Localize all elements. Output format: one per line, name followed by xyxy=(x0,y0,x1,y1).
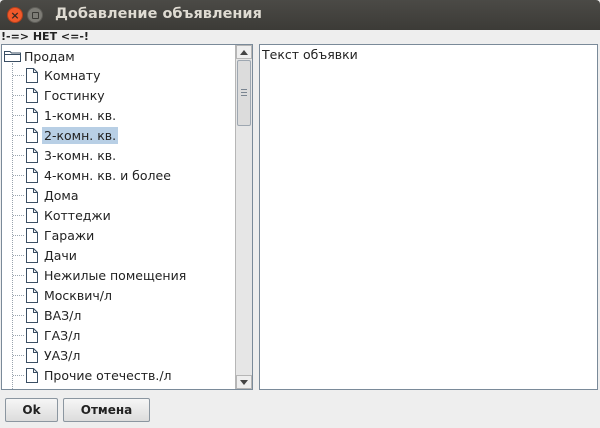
document-icon xyxy=(26,347,38,363)
minimize-icon[interactable] xyxy=(27,7,43,23)
document-icon xyxy=(26,287,38,303)
document-icon xyxy=(26,207,38,223)
title-bar: × Добавление объявления xyxy=(0,0,600,30)
tree-item-label: Коттеджи xyxy=(44,207,111,223)
folder-open-icon xyxy=(4,51,21,62)
tree-root-label: Продам xyxy=(24,48,75,64)
document-icon xyxy=(26,367,38,383)
tree-connector-line xyxy=(13,314,24,316)
tree-connector-line xyxy=(13,134,24,136)
arrow-up-icon xyxy=(240,49,248,55)
tree-item-label: УАЗ/л xyxy=(44,347,81,363)
tree-item[interactable]: 3-комн. кв. xyxy=(13,145,118,165)
document-icon xyxy=(26,247,38,263)
tree-connector-line xyxy=(13,274,24,276)
ad-text-panel xyxy=(259,44,598,390)
tree-item[interactable]: 2-комн. кв. xyxy=(13,125,119,145)
tree-item-label: Гостинку xyxy=(44,87,105,103)
document-icon xyxy=(26,127,38,143)
window-title: Добавление объявления xyxy=(55,6,262,22)
cancel-button[interactable]: Отмена xyxy=(63,398,150,422)
tree-item[interactable]: ВАЗ/л xyxy=(13,305,83,325)
category-tree-panel: Продам Комнату Гостинку 1-комн. кв. 2-комн.… xyxy=(1,44,253,390)
tree-item-label: Дачи xyxy=(44,247,77,263)
document-icon xyxy=(26,147,38,163)
tree-root-node[interactable]: Продам xyxy=(4,47,75,65)
document-icon xyxy=(26,167,38,183)
tree-connector-line xyxy=(13,194,24,196)
tree-item-label: 3-комн. кв. xyxy=(44,147,117,163)
tree-item-label: Комнату xyxy=(44,67,101,83)
tree-item[interactable]: Коттеджи xyxy=(13,205,113,225)
document-icon xyxy=(26,307,38,323)
scroll-thumb[interactable] xyxy=(237,60,251,126)
tree-item[interactable]: УАЗ/л xyxy=(13,345,82,365)
tree-connector-line xyxy=(13,154,24,156)
tree-connector-line xyxy=(13,354,24,356)
document-icon xyxy=(26,107,38,123)
tree-item[interactable]: Комнату xyxy=(13,65,102,85)
ok-button[interactable]: Ok xyxy=(5,398,58,422)
document-icon xyxy=(26,67,38,83)
document-icon xyxy=(26,227,38,243)
thumb-grip xyxy=(241,92,247,93)
tree-connector-line xyxy=(13,294,24,296)
status-text: !-=> НЕТ <=-! xyxy=(1,30,89,43)
tree-connector-line xyxy=(13,74,24,76)
tree-item[interactable]: Дачи xyxy=(13,245,79,265)
document-icon xyxy=(26,87,38,103)
tree-item-label: 4-комн. кв. и более xyxy=(44,167,171,183)
tree-item-label: Прочие отечеств./л xyxy=(44,367,172,383)
tree-item[interactable]: 1-комн. кв. xyxy=(13,105,118,125)
thumb-grip xyxy=(241,95,247,96)
tree-item-label: 1-комн. кв. xyxy=(44,107,117,123)
document-icon xyxy=(26,327,38,343)
tree-item[interactable]: 4-комн. кв. и более xyxy=(13,165,173,185)
arrow-down-icon xyxy=(240,379,248,385)
tree-connector-line xyxy=(13,254,24,256)
tree-item[interactable]: Дома xyxy=(13,185,81,205)
close-icon[interactable]: × xyxy=(7,7,23,23)
tree-item-label: Москвич/л xyxy=(44,287,112,303)
tree-item[interactable]: Нежилые помещения xyxy=(13,265,188,285)
category-tree[interactable]: Продам Комнату Гостинку 1-комн. кв. 2-комн.… xyxy=(2,45,236,389)
tree-item-label: Гаражи xyxy=(44,227,95,243)
tree-item[interactable]: Гаражи xyxy=(13,225,96,245)
tree-connector-line xyxy=(13,174,24,176)
document-icon xyxy=(26,187,38,203)
tree-item-label: ВАЗ/л xyxy=(44,307,82,323)
tree-item-label: 2-комн. кв. xyxy=(42,126,119,144)
tree-scrollbar[interactable] xyxy=(235,45,252,389)
tree-item-label: Нежилые помещения xyxy=(44,267,187,283)
tree-connector-line xyxy=(13,94,24,96)
tree-item[interactable]: Москвич/л xyxy=(13,285,114,305)
tree-item[interactable]: Гостинку xyxy=(13,85,107,105)
tree-connector-line xyxy=(13,334,24,336)
tree-item[interactable]: ГАЗ/л xyxy=(13,325,82,345)
tree-connector-line xyxy=(13,374,24,376)
scroll-up-button[interactable] xyxy=(236,45,252,59)
tree-item[interactable]: Прочие отечеств./л xyxy=(13,365,174,385)
tree-item-label: ГАЗ/л xyxy=(44,327,81,343)
document-icon xyxy=(26,267,38,283)
ad-text-area[interactable] xyxy=(260,45,597,389)
tree-connector-line xyxy=(13,214,24,216)
thumb-grip xyxy=(241,89,247,90)
tree-connector-line xyxy=(13,114,24,116)
tree-item-label: Дома xyxy=(44,187,79,203)
scroll-down-button[interactable] xyxy=(236,375,252,389)
tree-connector-line xyxy=(13,234,24,236)
